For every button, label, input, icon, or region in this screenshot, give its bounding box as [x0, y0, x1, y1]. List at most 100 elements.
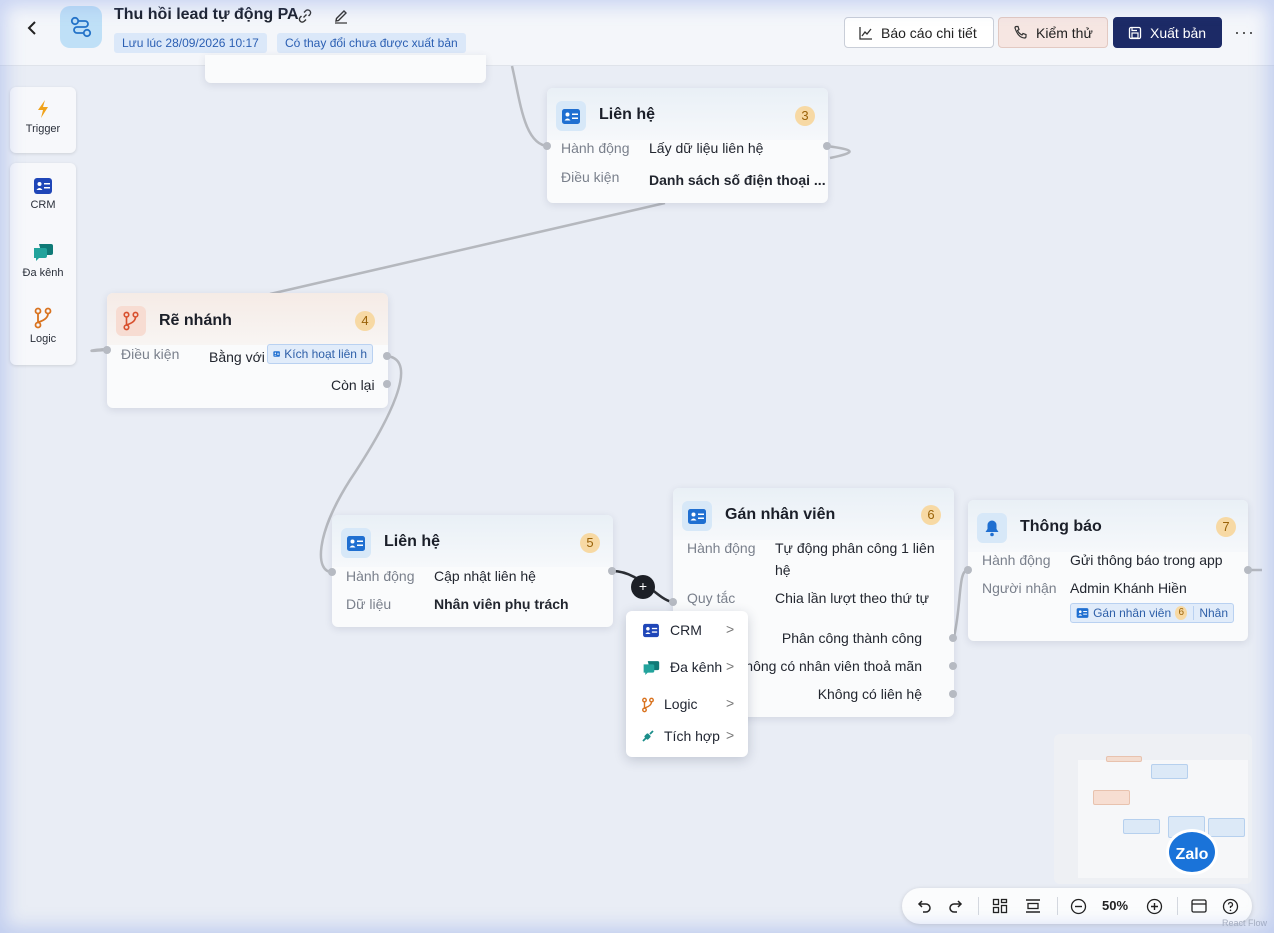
field-label: Dữ liệu [346, 596, 392, 612]
undo-button[interactable] [915, 897, 933, 915]
field-value: Nhân viên phụ trách [434, 596, 569, 612]
minimap-toggle-button[interactable] [1190, 897, 1208, 915]
branch-icon [34, 307, 52, 329]
redo-button[interactable] [946, 897, 964, 915]
edge-6-7 [952, 568, 969, 638]
chat-bubbles-icon [34, 244, 53, 261]
help-button[interactable] [1221, 897, 1239, 915]
edge-3-4 [269, 201, 666, 296]
node-title: Gán nhân viên [725, 506, 836, 523]
input-port[interactable] [669, 598, 677, 606]
node-title: Liên hệ [384, 533, 441, 550]
contact-card-icon [682, 501, 712, 531]
minus-circle-icon [1070, 898, 1086, 914]
recipient-tag[interactable]: Gán nhân viên 6 Nhân [1070, 603, 1234, 623]
align-icon [1026, 899, 1040, 913]
condition-tag-label: Kích hoạt liên h [284, 347, 367, 361]
menu-item-integration[interactable]: Tích hợp > [626, 722, 748, 752]
contact-card-icon [34, 178, 52, 194]
palette-item-trigger[interactable]: Trigger [10, 99, 76, 135]
field-value: Chia lần lượt theo thứ tự [775, 590, 930, 606]
minimap[interactable] [1054, 734, 1252, 884]
window-icon [1191, 899, 1207, 913]
chevron-right-icon: > [726, 727, 735, 743]
contact-card-icon [556, 101, 586, 131]
output-label-success: Phân công thành công [781, 630, 922, 646]
workflow-node-notify-7[interactable]: Thông báo 7 Hành động Gửi thông báo tron… [964, 500, 1252, 641]
canvas-toolbar: 50% [902, 888, 1252, 924]
chevron-right-icon: > [726, 621, 735, 637]
add-node-button[interactable]: + [631, 575, 655, 599]
add-node-menu: CRM > Đa kênh > Logic > Tích hợp > [626, 611, 748, 757]
input-port[interactable] [328, 568, 336, 576]
minimap-node [1106, 756, 1142, 762]
output-port[interactable] [823, 142, 831, 150]
node-step-badge: 7 [1216, 517, 1236, 537]
workflow-node-2-partial[interactable] [205, 55, 486, 83]
zalo-chat-button[interactable]: Zalo [1166, 829, 1218, 875]
field-label: Hành động [982, 552, 1051, 568]
field-value: Gửi thông báo trong app [1070, 552, 1223, 568]
palette-label-omnichannel: Đa kênh [22, 267, 64, 279]
node-step-badge: 6 [921, 505, 941, 525]
field-value: Bằng với [209, 349, 265, 365]
edge-2-3 [510, 65, 549, 148]
lightning-icon [38, 100, 48, 118]
plug-icon [642, 730, 654, 742]
output-port-true[interactable] [383, 352, 391, 360]
workflow-node-contact-5[interactable]: Liên hệ 5 Hành động Cập nhật liên hệ Dữ … [328, 515, 616, 627]
field-label: Điều kiện [561, 169, 620, 185]
output-port-no-contact[interactable] [949, 690, 957, 698]
menu-item-label: Logic [664, 696, 698, 712]
output-port-success[interactable] [949, 634, 957, 642]
contact-card-icon [643, 623, 659, 638]
palette-item-logic[interactable]: Logic [10, 307, 76, 345]
field-label: Điều kiện [121, 346, 180, 362]
output-port-else[interactable] [383, 380, 391, 388]
minimap-node [1093, 790, 1130, 805]
bell-icon [977, 513, 1007, 543]
layout-icon [992, 898, 1008, 914]
palette-label-trigger: Trigger [25, 123, 61, 135]
plus-circle-icon [1146, 898, 1162, 914]
output-port-no-staff[interactable] [949, 662, 957, 670]
chat-bubbles-icon [643, 661, 660, 676]
node-step-badge: 5 [580, 533, 600, 553]
input-port[interactable] [964, 566, 972, 574]
minimap-node [1123, 819, 1160, 834]
node-title: Rẽ nhánh [159, 312, 232, 329]
workflow-node-contact-3[interactable]: Liên hệ 3 Hành động Lấy dữ liệu liên hệ … [543, 88, 831, 203]
react-flow-attribution[interactable]: React Flow [1222, 918, 1267, 928]
zoom-in-button[interactable] [1145, 897, 1163, 915]
redo-icon [948, 900, 962, 913]
contact-card-icon [273, 351, 280, 357]
branch-icon [642, 697, 654, 713]
field-value: Lấy dữ liệu liên hệ [649, 140, 764, 156]
output-label-no-contact: Không có liên hệ [817, 686, 922, 702]
field-value: Danh sách số điện thoại ... [649, 172, 826, 188]
input-port[interactable] [103, 346, 111, 354]
palette-label-logic: Logic [29, 333, 57, 345]
field-label: Hành động [687, 540, 756, 556]
field-label: Hành động [346, 568, 415, 584]
palette-item-omnichannel[interactable]: Đa kênh [10, 243, 76, 279]
output-port[interactable] [608, 567, 616, 575]
palette-item-crm[interactable]: CRM [10, 177, 76, 211]
field-value-continued: hệ [775, 562, 791, 578]
minimap-node [1208, 818, 1245, 837]
zoom-out-button[interactable] [1069, 897, 1087, 915]
menu-item-logic[interactable]: Logic > [626, 690, 748, 720]
workflow-node-branch-4[interactable]: Rẽ nhánh 4 Điều kiện Bằng với Kích hoạt … [103, 293, 391, 408]
menu-item-omnichannel[interactable]: Đa kênh > [626, 653, 748, 683]
condition-tag[interactable]: Kích hoạt liên h [267, 344, 373, 364]
recipient-tag-extra: Nhân [1193, 606, 1228, 620]
field-label: Hành động [561, 140, 630, 156]
field-value: Cập nhật liên hệ [434, 568, 536, 584]
menu-item-crm[interactable]: CRM > [626, 616, 748, 646]
auto-layout-button[interactable] [991, 897, 1009, 915]
zoom-level: 50% [1102, 898, 1129, 913]
input-port[interactable] [543, 142, 551, 150]
field-value: Tự động phân công 1 liên [775, 540, 935, 556]
align-button[interactable] [1024, 897, 1042, 915]
output-port[interactable] [1244, 566, 1252, 574]
